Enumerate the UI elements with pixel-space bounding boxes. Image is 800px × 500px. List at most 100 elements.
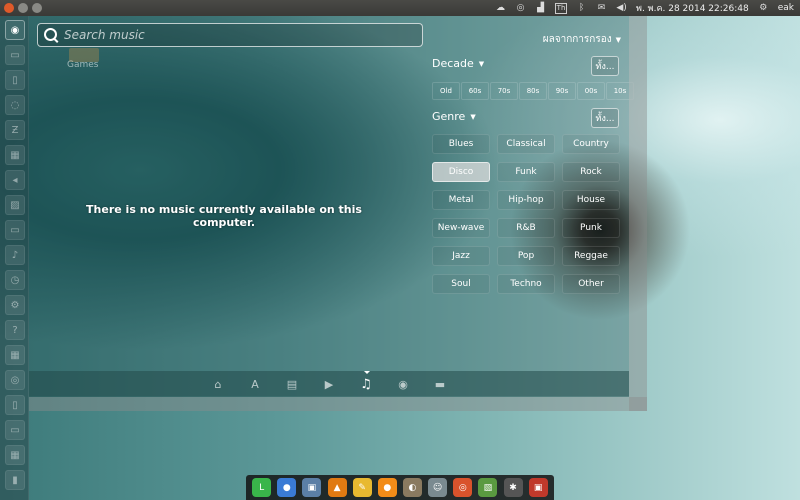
clock-datetime[interactable]: พ. พ.ค. 28 2014 22:26:48	[636, 1, 749, 15]
disc-icon[interactable]: ◐	[402, 478, 422, 497]
lens-bar: ⌂ A ▤ ▶ ♫ ◉ ▬	[29, 371, 629, 397]
video-lens-icon[interactable]: ▶	[320, 375, 338, 393]
files-icon[interactable]: ▭	[5, 45, 25, 65]
sticky-notes-icon[interactable]: ✎	[352, 478, 372, 497]
chevron-down-icon: ▼	[478, 59, 485, 68]
genre-button[interactable]: Country	[562, 134, 620, 154]
dash-frame-right	[629, 16, 647, 411]
search-input[interactable]	[62, 26, 406, 44]
applications-lens-icon[interactable]: A	[246, 375, 264, 393]
decade-all-button[interactable]: ทั้ง...	[591, 56, 619, 76]
genre-button[interactable]: Rock	[562, 162, 620, 182]
ubuntu-software-icon[interactable]: ▯	[5, 70, 25, 90]
cd-icon[interactable]: ◎	[5, 370, 25, 390]
dock: L ● ▣ ▲ ✎ ● ◐ ☺ ◎ ▧ ✱ ▣	[246, 475, 554, 500]
genre-button[interactable]: House	[562, 190, 620, 210]
genre-button[interactable]: Reggae	[562, 246, 620, 266]
chromium-icon[interactable]: ◎	[453, 478, 473, 497]
decade-button[interactable]: 80s	[519, 82, 547, 100]
filezilla-icon[interactable]: Ƶ	[5, 120, 25, 140]
mail-icon[interactable]: ✉	[596, 3, 607, 13]
search-box[interactable]	[37, 23, 423, 47]
decade-label: Decade	[432, 57, 474, 70]
workspace-switcher-icon[interactable]: ▦	[5, 445, 25, 465]
spider-icon[interactable]: ✱	[503, 478, 523, 497]
genre-button[interactable]: Classical	[497, 134, 555, 154]
files-manager-icon[interactable]: ▣	[302, 478, 322, 497]
clock-icon[interactable]: ◷	[5, 270, 25, 290]
line-app-icon[interactable]: L	[252, 478, 272, 497]
genre-buttons: Blues Classical Country Disco Funk Rock …	[432, 134, 620, 294]
genre-label: Genre	[432, 110, 466, 123]
genre-filter-toggle[interactable]: Genre ▼	[432, 110, 476, 123]
genre-button[interactable]: New-wave	[432, 218, 490, 238]
empty-message: There is no music currently available on…	[86, 203, 362, 229]
genre-button[interactable]: Soul	[432, 274, 490, 294]
decade-buttons: Old 60s 70s 80s 90s 00s 10s	[432, 82, 634, 100]
genre-button[interactable]: Other	[562, 274, 620, 294]
firefox-icon[interactable]: ◌	[5, 95, 25, 115]
image-viewer-icon[interactable]: ▨	[5, 195, 25, 215]
genre-button[interactable]: Metal	[432, 190, 490, 210]
decade-button[interactable]: 00s	[577, 82, 605, 100]
trash-bin-icon[interactable]: ▮	[5, 470, 25, 490]
text-editor-icon[interactable]: ▦	[5, 145, 25, 165]
volume-icon[interactable]: ◀)	[616, 3, 627, 13]
bluetooth-icon[interactable]: ᛒ	[576, 3, 587, 13]
dash-frame-bottom	[29, 397, 647, 411]
photos-lens-icon[interactable]: ◉	[394, 375, 412, 393]
launcher: ◉ ▭ ▯ ◌ Ƶ ▦ ◂ ▨ ▭ ♪ ◷ ⚙ ? ▦ ◎ ▯ ▭ ▦ ▮	[0, 16, 29, 500]
search-icon	[44, 28, 57, 41]
genre-button[interactable]: Punk	[562, 218, 620, 238]
settings-icon[interactable]: ⚙	[5, 295, 25, 315]
home-lens-icon[interactable]: ⌂	[209, 375, 227, 393]
dash-overlay: Games There is no music currently availa…	[29, 16, 634, 396]
genre-button[interactable]: Techno	[497, 274, 555, 294]
genre-button[interactable]: Hip-hop	[497, 190, 555, 210]
package-icon[interactable]: ▣	[528, 478, 548, 497]
network-icon[interactable]: ▟	[535, 3, 546, 13]
decade-filter-toggle[interactable]: Decade ▼	[432, 57, 484, 70]
genre-button[interactable]: Pop	[497, 246, 555, 266]
cloud-icon[interactable]: ☁	[495, 3, 506, 13]
social-lens-icon[interactable]: ▬	[431, 375, 449, 393]
files-lens-icon[interactable]: ▤	[283, 375, 301, 393]
genre-all-button[interactable]: ทั้ง...	[591, 108, 619, 128]
trash-icon[interactable]: ▯	[5, 395, 25, 415]
terminal-icon[interactable]: ▭	[5, 220, 25, 240]
indicator-tray: ☁ ◎ ▟ Th ᛒ ✉ ◀) พ. พ.ค. 28 2014 22:26:48…	[495, 0, 794, 16]
filter-results-toggle[interactable]: ผลจากการกรอง ▼	[543, 32, 621, 47]
genre-button[interactable]: Blues	[432, 134, 490, 154]
lens-icons: ⌂ A ▤ ▶ ♫ ◉ ▬	[209, 371, 449, 393]
decade-button[interactable]: 90s	[548, 82, 576, 100]
dash-home-icon[interactable]: ◉	[5, 20, 25, 40]
decade-button[interactable]: Old	[432, 82, 460, 100]
games-label: Games	[67, 60, 99, 70]
filter-header-label: ผลจากการกรอง	[542, 34, 612, 45]
help-icon[interactable]: ?	[5, 320, 25, 340]
chrome-indicator-icon[interactable]: ◎	[515, 3, 526, 13]
chrome-icon[interactable]: ●	[277, 478, 297, 497]
document-viewer-icon[interactable]: ▧	[478, 478, 498, 497]
genre-button-active[interactable]: Disco	[432, 162, 490, 182]
music-player-icon[interactable]: ♪	[5, 245, 25, 265]
decade-button[interactable]: 60s	[461, 82, 489, 100]
vlc-icon[interactable]: ▲	[327, 478, 347, 497]
workspace-icon[interactable]: ▦	[5, 345, 25, 365]
device-icon[interactable]: ▭	[5, 420, 25, 440]
genre-button[interactable]: Funk	[497, 162, 555, 182]
music-lens-icon[interactable]: ♫	[357, 371, 375, 393]
telegram-icon[interactable]: ◂	[5, 170, 25, 190]
genre-button[interactable]: R&B	[497, 218, 555, 238]
mascot-icon[interactable]: ☺	[428, 478, 448, 497]
orange-ball-icon[interactable]: ●	[377, 478, 397, 497]
genre-button[interactable]: Jazz	[432, 246, 490, 266]
maximize-window-icon[interactable]	[32, 3, 42, 13]
decade-button[interactable]: 70s	[490, 82, 518, 100]
keyboard-layout[interactable]: Th	[555, 2, 568, 14]
settings-gear-icon[interactable]: ⚙	[758, 3, 769, 13]
chevron-down-icon: ▼	[470, 112, 476, 121]
minimize-window-icon[interactable]	[18, 3, 28, 13]
close-window-icon[interactable]	[4, 3, 14, 13]
user-name[interactable]: eak	[778, 3, 794, 13]
